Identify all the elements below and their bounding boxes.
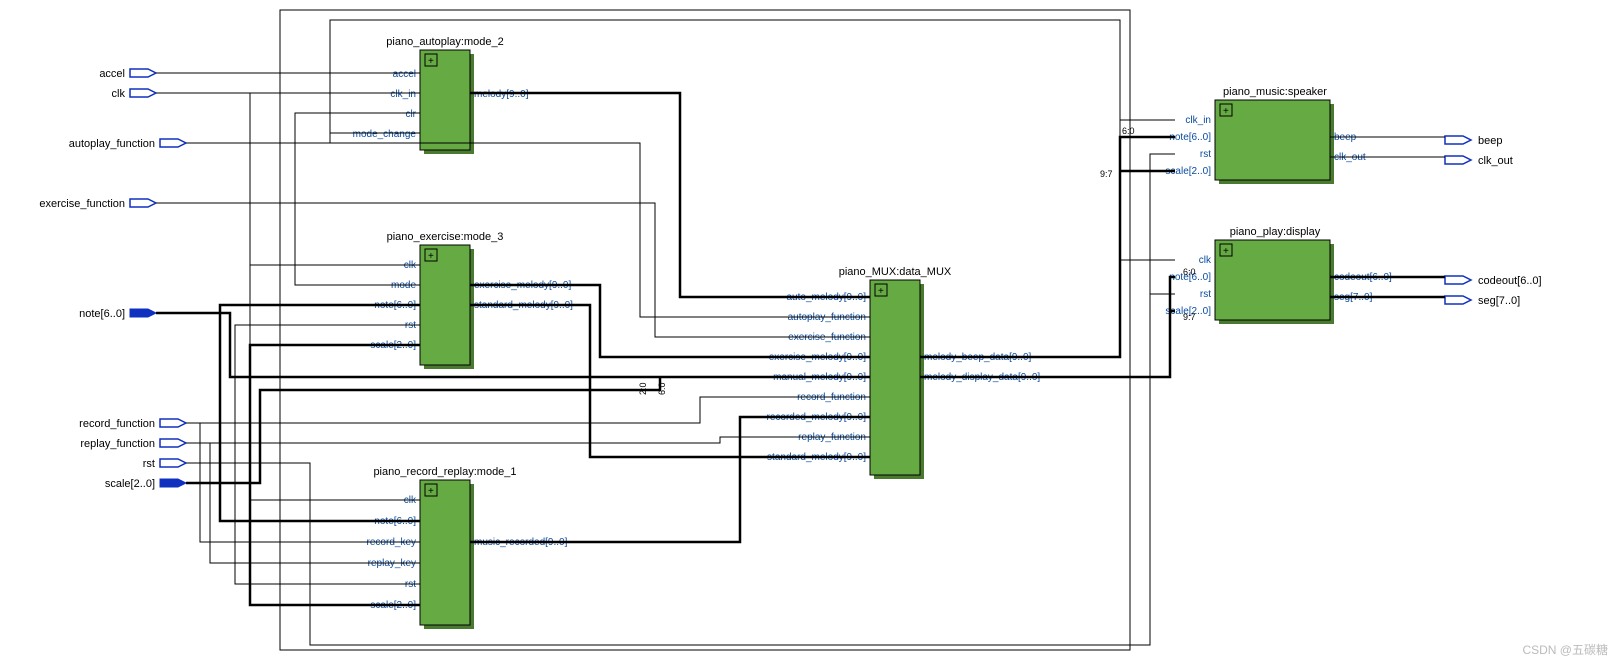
svg-text:9:7: 9:7 bbox=[1100, 169, 1113, 179]
svg-text:clk: clk bbox=[1199, 255, 1212, 266]
svg-text:rst: rst bbox=[1200, 149, 1211, 160]
svg-text:rst: rst bbox=[143, 458, 155, 470]
svg-text:rst: rst bbox=[1200, 289, 1211, 300]
input-accel[interactable]: accel bbox=[99, 68, 156, 80]
input-scale[interactable]: scale[2..0] bbox=[105, 478, 186, 490]
svg-text:autoplay_function: autoplay_function bbox=[69, 138, 155, 150]
block-piano-play-display[interactable]: piano_play:display + clk note[6..0] rst … bbox=[1165, 226, 1392, 324]
output-seg[interactable]: seg[7..0] bbox=[1445, 295, 1520, 307]
svg-text:mode_change: mode_change bbox=[353, 129, 417, 140]
svg-text:9:7: 9:7 bbox=[1183, 312, 1196, 322]
svg-text:piano_music:speaker: piano_music:speaker bbox=[1223, 86, 1327, 98]
svg-text:clk_out: clk_out bbox=[1478, 155, 1513, 167]
output-ports: beep clk_out codeout[6..0] seg[7..0] bbox=[1445, 135, 1542, 307]
svg-text:+: + bbox=[1223, 246, 1229, 257]
input-record-function[interactable]: record_function bbox=[79, 418, 186, 430]
svg-text:6:0: 6:0 bbox=[657, 382, 667, 395]
watermark: CSDN @五碳糖 bbox=[1522, 641, 1608, 658]
svg-text:2:0: 2:0 bbox=[638, 382, 648, 395]
svg-text:accel: accel bbox=[393, 69, 416, 80]
input-autoplay-function[interactable]: autoplay_function bbox=[69, 138, 186, 150]
svg-text:+: + bbox=[878, 286, 884, 297]
svg-text:beep: beep bbox=[1478, 135, 1502, 147]
output-clk-out[interactable]: clk_out bbox=[1445, 155, 1513, 167]
svg-text:+: + bbox=[428, 251, 434, 262]
svg-text:piano_exercise:mode_3: piano_exercise:mode_3 bbox=[387, 231, 504, 243]
svg-text:exercise_function: exercise_function bbox=[39, 198, 125, 210]
svg-text:piano_play:display: piano_play:display bbox=[1230, 226, 1321, 238]
svg-text:note[6..0]: note[6..0] bbox=[1169, 132, 1211, 143]
output-beep[interactable]: beep bbox=[1445, 135, 1502, 147]
svg-text:+: + bbox=[428, 56, 434, 67]
svg-text:+: + bbox=[428, 486, 434, 497]
svg-text:note[6..0]: note[6..0] bbox=[79, 308, 125, 320]
svg-text:replay_function: replay_function bbox=[80, 438, 155, 450]
svg-text:accel: accel bbox=[99, 68, 125, 80]
svg-text:record_function: record_function bbox=[79, 418, 155, 430]
input-note[interactable]: note[6..0] bbox=[79, 308, 156, 320]
svg-text:piano_MUX:data_MUX: piano_MUX:data_MUX bbox=[839, 266, 952, 278]
input-clk[interactable]: clk bbox=[112, 88, 156, 100]
input-replay-function[interactable]: replay_function bbox=[80, 438, 186, 450]
svg-text:melody[9..0]: melody[9..0] bbox=[474, 89, 529, 100]
block-piano-music-speaker[interactable]: piano_music:speaker + clk_in note[6..0] … bbox=[1165, 86, 1366, 184]
svg-text:6:0: 6:0 bbox=[1122, 126, 1135, 136]
input-ports: accel clk autoplay_function exercise_fun… bbox=[39, 68, 186, 490]
svg-text:+: + bbox=[1223, 106, 1229, 117]
output-codeout[interactable]: codeout[6..0] bbox=[1445, 275, 1542, 287]
svg-text:piano_autoplay:mode_2: piano_autoplay:mode_2 bbox=[386, 36, 503, 48]
svg-text:clk_in: clk_in bbox=[390, 89, 416, 100]
svg-text:clr: clr bbox=[405, 109, 416, 120]
svg-text:clk: clk bbox=[112, 88, 126, 100]
input-rst[interactable]: rst bbox=[143, 458, 186, 470]
svg-text:scale[2..0]: scale[2..0] bbox=[105, 478, 155, 490]
svg-text:codeout[6..0]: codeout[6..0] bbox=[1478, 275, 1542, 287]
svg-text:clk_in: clk_in bbox=[1185, 115, 1211, 126]
input-exercise-function[interactable]: exercise_function bbox=[39, 198, 156, 210]
block-piano-exercise[interactable]: piano_exercise:mode_3 + clk mode note[6.… bbox=[370, 231, 573, 369]
svg-text:piano_record_replay:mode_1: piano_record_replay:mode_1 bbox=[373, 466, 516, 478]
svg-text:6:0: 6:0 bbox=[1183, 267, 1196, 277]
svg-text:seg[7..0]: seg[7..0] bbox=[1478, 295, 1520, 307]
schematic-canvas: accel clk autoplay_function exercise_fun… bbox=[0, 0, 1618, 664]
block-piano-autoplay[interactable]: piano_autoplay:mode_2 + accel clk_in clr… bbox=[353, 36, 529, 154]
